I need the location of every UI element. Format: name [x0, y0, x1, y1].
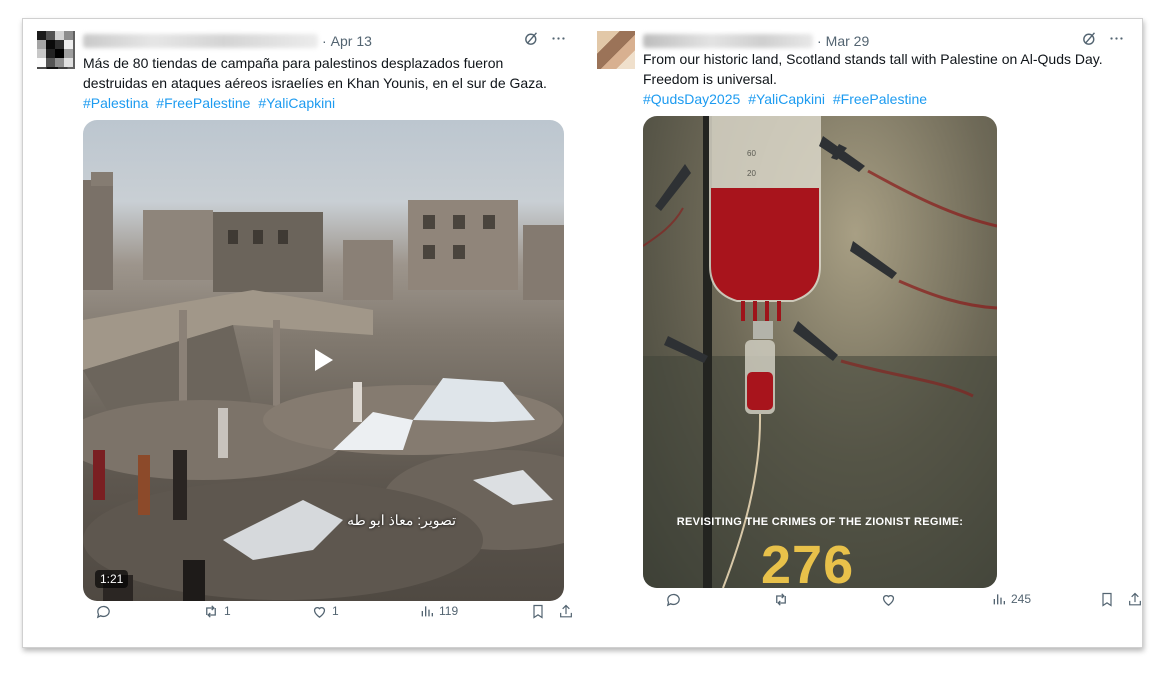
- bookmark-icon: [1099, 591, 1115, 608]
- bookmark-icon: [530, 603, 546, 620]
- bookmark-button[interactable]: [530, 603, 546, 620]
- blurred-author-name[interactable]: [83, 34, 318, 48]
- repost-count: 1: [224, 604, 231, 618]
- views-count: 245: [1011, 592, 1032, 606]
- grok-icon[interactable]: [523, 30, 540, 51]
- video-overlay-text: تصوير: معاذ ابو طه: [347, 512, 456, 528]
- tweet-date[interactable]: Apr 13: [331, 33, 372, 49]
- reply-icon: [95, 603, 112, 620]
- share-icon: [558, 603, 574, 620]
- blurred-author-name[interactable]: [643, 34, 813, 48]
- repost-button[interactable]: [772, 591, 794, 608]
- tweet-date[interactable]: Mar 29: [826, 33, 870, 49]
- repost-icon: [772, 591, 790, 608]
- hashtag[interactable]: #FreePalestine: [833, 91, 927, 107]
- iv-scale-label: 20: [747, 169, 756, 178]
- hashtag[interactable]: #FreePalestine: [156, 95, 250, 111]
- grok-icon[interactable]: [1081, 30, 1098, 51]
- bookmark-button[interactable]: [1099, 591, 1115, 608]
- like-icon: [880, 591, 897, 608]
- video-duration: 1:21: [95, 570, 129, 588]
- iv-scale-label: 60: [747, 149, 756, 158]
- share-button[interactable]: [558, 603, 574, 620]
- video-media[interactable]: تصوير: معاذ ابو طه 1:21: [83, 120, 564, 601]
- tweet-text: From our historic land, Scotland stands …: [643, 51, 1103, 87]
- poster-caption: REVISITING THE CRIMES OF THE ZIONIST REG…: [676, 516, 964, 528]
- tweet-header: · Apr 13: [83, 32, 372, 50]
- separator-dot: ·: [322, 33, 327, 49]
- repost-icon: [202, 603, 220, 620]
- views-button[interactable]: 119: [419, 603, 458, 619]
- play-icon[interactable]: [315, 349, 333, 371]
- views-icon: [419, 603, 435, 619]
- avatar[interactable]: [37, 31, 75, 69]
- avatar[interactable]: [597, 31, 635, 69]
- separator-dot: ·: [817, 33, 822, 49]
- screenshot-frame: · Apr 13 Más de 80 tiendas de campaña pa…: [22, 18, 1143, 648]
- like-icon: [311, 603, 328, 620]
- tweet-text-block: From our historic land, Scotland stands …: [643, 49, 1123, 109]
- repost-button[interactable]: 1: [202, 603, 231, 620]
- hashtag[interactable]: #QudsDay2025: [643, 91, 740, 107]
- like-count: 1: [332, 604, 339, 618]
- hashtag-list: #QudsDay2025 #YaliCapkini #FreePalestine: [643, 89, 1123, 109]
- more-icon[interactable]: [550, 30, 567, 51]
- hashtag[interactable]: #YaliCapkini: [258, 95, 335, 111]
- poster-number: 276: [761, 535, 855, 588]
- hashtag[interactable]: #Palestina: [83, 95, 148, 111]
- tweet-text-block: Más de 80 tiendas de campaña para palest…: [83, 53, 563, 113]
- share-icon: [1127, 591, 1143, 608]
- share-button[interactable]: [1127, 591, 1143, 608]
- views-icon: [991, 591, 1007, 607]
- image-media[interactable]: 60 20 REVISITING THE CRIMES OF THE ZIONI…: [643, 116, 997, 588]
- tweet-text: Más de 80 tiendas de campaña para palest…: [83, 55, 547, 91]
- hashtag-list: #Palestina #FreePalestine #YaliCapkini: [83, 93, 563, 113]
- like-button[interactable]: 1: [311, 603, 339, 620]
- reply-icon: [665, 591, 682, 608]
- views-count: 119: [439, 604, 459, 618]
- like-button[interactable]: [880, 591, 901, 608]
- tweet-header: · Mar 29: [643, 32, 869, 50]
- hashtag[interactable]: #YaliCapkini: [748, 91, 825, 107]
- reply-button[interactable]: [665, 591, 686, 608]
- reply-button[interactable]: [95, 603, 116, 620]
- more-icon[interactable]: [1108, 30, 1125, 51]
- tweet-top-actions: [523, 30, 567, 51]
- tweet-top-actions: [1081, 30, 1125, 51]
- views-button[interactable]: 245: [991, 591, 1031, 607]
